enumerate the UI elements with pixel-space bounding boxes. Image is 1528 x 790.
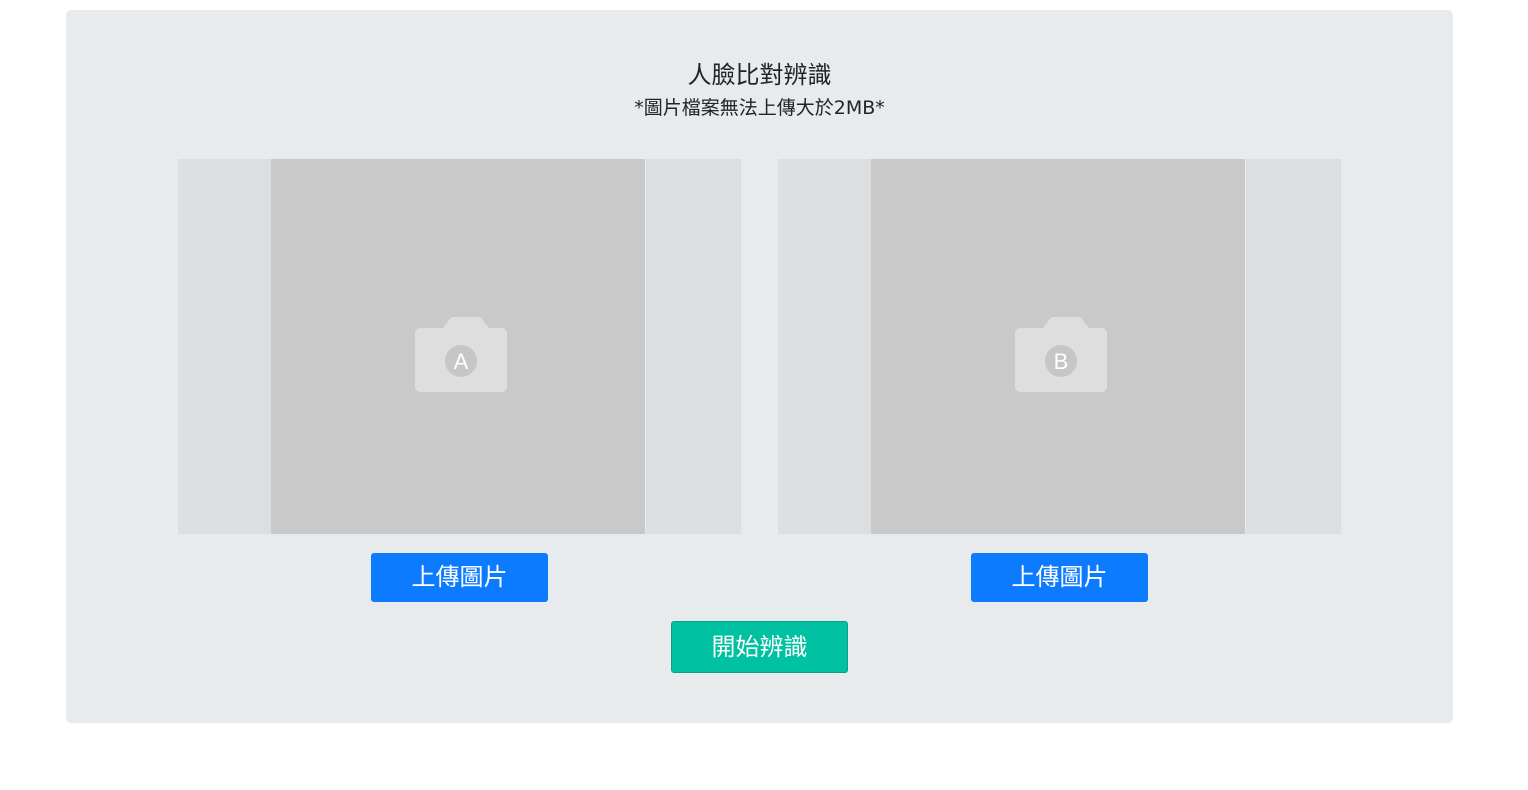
image-slot-b: B [778, 159, 1341, 534]
face-compare-panel: 人臉比對辨識 *圖片檔案無法上傳大於2MB* A B 上傳圖片 上傳圖片 開始辨… [66, 10, 1453, 723]
page-title: 人臉比對辨識 [687, 61, 832, 89]
upload-image-b-button[interactable]: 上傳圖片 [971, 553, 1148, 602]
slot-letter-b: B [1054, 349, 1069, 374]
camera-icon: A [415, 317, 507, 392]
start-recognition-button[interactable]: 開始辨識 [671, 621, 848, 673]
image-placeholder-b[interactable]: B [871, 159, 1246, 534]
upload-image-a-button[interactable]: 上傳圖片 [371, 553, 548, 602]
image-slot-a: A [178, 159, 741, 534]
slot-letter-a: A [454, 349, 469, 374]
camera-icon: B [1015, 317, 1107, 392]
upload-size-note: *圖片檔案無法上傳大於2MB* [634, 97, 885, 119]
image-placeholder-a[interactable]: A [271, 159, 646, 534]
